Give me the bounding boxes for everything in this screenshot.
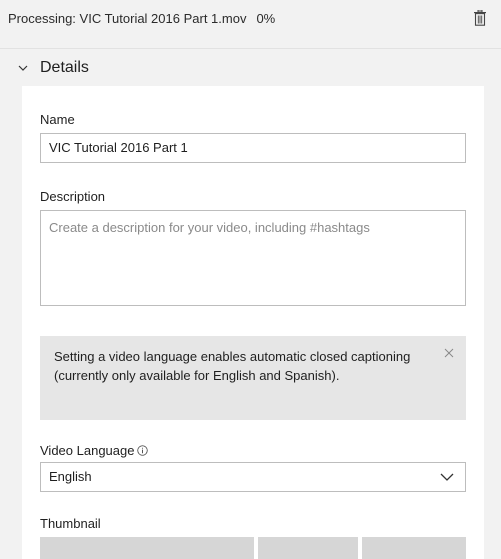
details-section-toggle[interactable]: Details — [0, 48, 501, 86]
thumbnail-option[interactable] — [40, 537, 254, 559]
name-label: Name — [40, 112, 75, 127]
language-notice: Setting a video language enables automat… — [40, 336, 466, 420]
thumbnail-option[interactable] — [258, 537, 358, 559]
upload-header: Processing: VIC Tutorial 2016 Part 1.mov… — [0, 0, 501, 36]
close-icon[interactable] — [444, 348, 454, 358]
chevron-down-icon — [440, 473, 454, 481]
upload-progress: 0% — [256, 10, 276, 26]
description-input[interactable]: Create a description for your video, inc… — [40, 210, 466, 306]
chevron-down-icon — [18, 65, 28, 71]
language-value: English — [49, 469, 92, 484]
language-label: Video Language — [40, 443, 135, 458]
notice-text: Setting a video language enables automat… — [54, 349, 411, 383]
video-language-select[interactable]: English — [40, 462, 466, 492]
name-input[interactable]: VIC Tutorial 2016 Part 1 — [40, 133, 466, 163]
thumbnail-option[interactable] — [362, 537, 466, 559]
thumbnail-label: Thumbnail — [40, 516, 101, 531]
description-label: Description — [40, 189, 106, 204]
thumbnail-strip — [40, 537, 466, 559]
details-panel: Name VIC Tutorial 2016 Part 1 Descriptio… — [22, 86, 484, 559]
info-icon[interactable] — [137, 445, 149, 456]
trash-icon[interactable] — [473, 10, 487, 26]
upload-title: Processing: VIC Tutorial 2016 Part 1.mov — [8, 10, 247, 26]
language-label-row: Video Language — [40, 443, 149, 458]
details-label: Details — [40, 58, 89, 76]
